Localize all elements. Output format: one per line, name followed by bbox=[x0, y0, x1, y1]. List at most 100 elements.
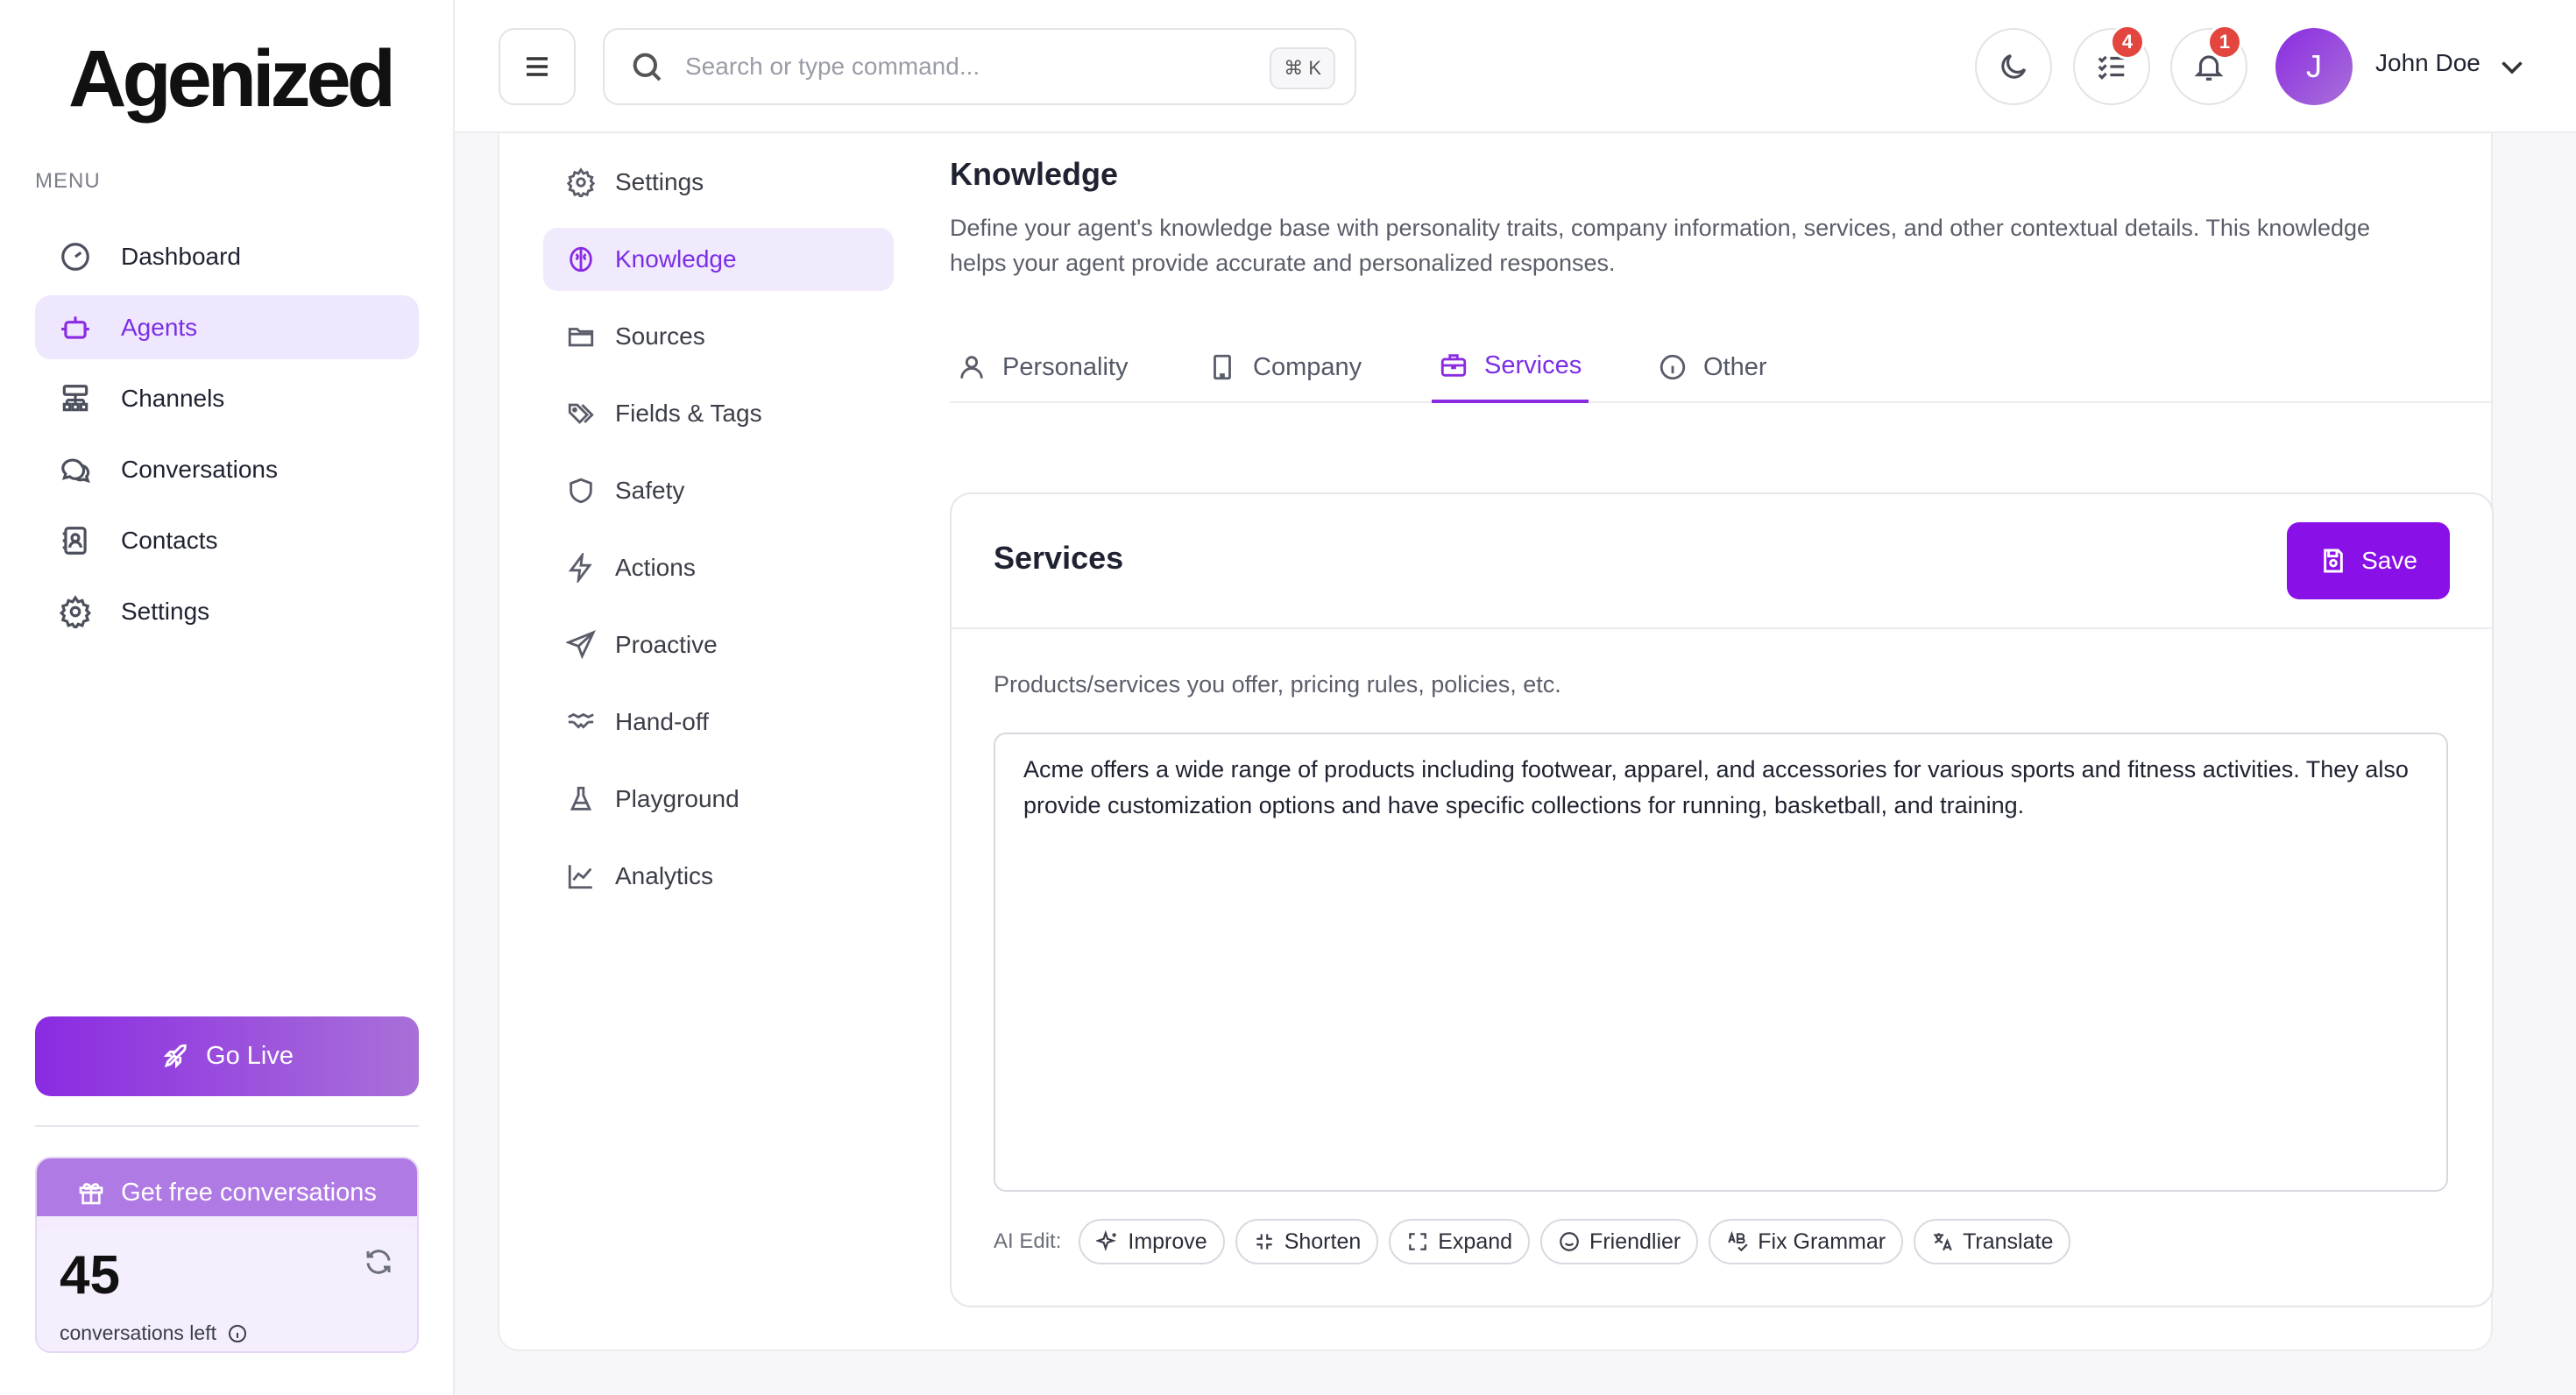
dark-mode-toggle[interactable] bbox=[1975, 28, 2052, 105]
chip-label: Friendlier bbox=[1589, 1229, 1681, 1254]
app-root: Agenized MENU Dashboard Agents Channels … bbox=[0, 0, 2576, 1395]
tasks-button[interactable]: 4 bbox=[2073, 25, 2150, 105]
search-bar: ⌘ K bbox=[603, 28, 1356, 105]
user-menu-toggle[interactable] bbox=[2496, 51, 2528, 82]
chip-label: Translate bbox=[1963, 1229, 2054, 1254]
handshake-icon bbox=[568, 712, 594, 729]
tab-label: Personality bbox=[1002, 352, 1129, 381]
sidebar-item-settings[interactable]: Settings bbox=[35, 579, 419, 643]
logo[interactable]: Agenized bbox=[68, 33, 396, 125]
get-free-conversations-button[interactable]: Get free conversations bbox=[37, 1158, 417, 1227]
conversations-left-label: conversations left bbox=[60, 1321, 248, 1345]
contact-card-icon bbox=[58, 523, 93, 558]
subnav-item-actions[interactable]: Actions bbox=[543, 536, 894, 599]
chip-label: Improve bbox=[1128, 1229, 1207, 1254]
info-icon bbox=[1660, 354, 1686, 380]
agent-subnav: Settings Knowledge Sources Fields & Tags… bbox=[543, 151, 894, 922]
subnav-item-fields-tags[interactable]: Fields & Tags bbox=[543, 382, 894, 445]
subnav-item-label: Settings bbox=[615, 168, 704, 195]
knowledge-tabs: Personality Company Services Other bbox=[950, 331, 2494, 403]
subnav-item-proactive[interactable]: Proactive bbox=[543, 613, 894, 676]
sparkle-icon bbox=[1096, 1230, 1117, 1252]
tab-services[interactable]: Services bbox=[1432, 331, 1589, 403]
tab-label: Other bbox=[1703, 352, 1767, 381]
gear-icon bbox=[58, 594, 93, 629]
floppy-disk-icon bbox=[2324, 549, 2343, 573]
refresh-button[interactable] bbox=[363, 1246, 398, 1281]
smile-icon bbox=[1560, 1232, 1579, 1251]
robot-icon bbox=[58, 310, 93, 345]
info-icon[interactable] bbox=[227, 1323, 248, 1344]
ai-edit-label: AI Edit: bbox=[994, 1229, 1062, 1253]
ai-translate-button[interactable]: Translate bbox=[1914, 1219, 2071, 1264]
moon-icon bbox=[2001, 53, 2027, 79]
subnav-item-label: Fields & Tags bbox=[615, 400, 762, 427]
sidebar-item-conversations[interactable]: Conversations bbox=[35, 437, 419, 501]
subnav-item-hand-off[interactable]: Hand-off bbox=[543, 690, 894, 754]
services-card-header: Services Save bbox=[952, 494, 2492, 629]
sidebar-item-label: Conversations bbox=[121, 455, 278, 483]
briefcase-icon bbox=[1440, 354, 1467, 377]
subnav-item-sources[interactable]: Sources bbox=[543, 305, 894, 368]
sidebar-item-channels[interactable]: Channels bbox=[35, 366, 419, 430]
chevron-down-icon bbox=[2502, 61, 2523, 74]
subnav-item-knowledge[interactable]: Knowledge bbox=[543, 228, 894, 291]
page-description: Define your agent's knowledge base with … bbox=[950, 215, 2371, 276]
gauge-icon bbox=[58, 239, 93, 274]
spell-check-icon bbox=[1728, 1230, 1748, 1252]
chip-label: Shorten bbox=[1284, 1229, 1362, 1254]
sidebar-item-label: Agents bbox=[121, 313, 198, 341]
save-button[interactable]: Save bbox=[2287, 522, 2450, 599]
translate-icon bbox=[1934, 1233, 1952, 1251]
avatar[interactable]: J bbox=[2275, 28, 2353, 105]
network-icon bbox=[58, 381, 93, 416]
free-conversations-card: Get free conversations 45 conversations … bbox=[35, 1157, 419, 1353]
sidebar-item-dashboard[interactable]: Dashboard bbox=[35, 224, 419, 288]
brain-icon bbox=[570, 246, 592, 273]
subnav-item-safety[interactable]: Safety bbox=[543, 459, 894, 522]
go-live-label: Go Live bbox=[206, 1042, 294, 1070]
tab-company[interactable]: Company bbox=[1207, 331, 1362, 403]
notifications-button[interactable]: 1 bbox=[2170, 25, 2247, 105]
save-label: Save bbox=[2361, 547, 2417, 574]
sidebar-item-label: Channels bbox=[121, 384, 225, 412]
tab-personality[interactable]: Personality bbox=[957, 331, 1128, 403]
send-icon bbox=[566, 630, 596, 660]
sidebar-nav: Dashboard Agents Channels Conversations … bbox=[35, 224, 419, 650]
get-free-conversations-label: Get free conversations bbox=[121, 1178, 377, 1207]
subnav-item-label: Actions bbox=[615, 554, 696, 581]
menu-label: MENU bbox=[35, 169, 101, 193]
flask-icon bbox=[570, 786, 592, 811]
chip-label: Expand bbox=[1438, 1229, 1513, 1254]
subnav-item-label: Proactive bbox=[615, 631, 718, 658]
sidebar-item-label: Contacts bbox=[121, 526, 218, 554]
user-icon bbox=[960, 356, 983, 379]
ai-shorten-button[interactable]: Shorten bbox=[1235, 1219, 1379, 1264]
services-card-title: Services bbox=[994, 540, 1124, 576]
tab-other[interactable]: Other bbox=[1658, 331, 1767, 403]
sidebar-item-contacts[interactable]: Contacts bbox=[35, 508, 419, 572]
tags-icon bbox=[568, 403, 594, 424]
subnav-item-label: Playground bbox=[615, 785, 740, 812]
ai-fix-grammar-button[interactable]: Fix Grammar bbox=[1709, 1219, 1904, 1264]
ai-improve-button[interactable]: Improve bbox=[1079, 1219, 1225, 1264]
services-card: Services Save Products/services you offe… bbox=[950, 492, 2494, 1307]
subnav-item-playground[interactable]: Playground bbox=[543, 768, 894, 831]
ai-friendlier-button[interactable]: Friendlier bbox=[1540, 1219, 1699, 1264]
top-header: ⌘ K 4 1 J John Doe bbox=[455, 0, 2576, 133]
sidebar-item-label: Dashboard bbox=[121, 242, 241, 270]
subnav-item-analytics[interactable]: Analytics bbox=[543, 845, 894, 908]
menu-toggle-button[interactable] bbox=[499, 28, 576, 105]
subnav-item-settings[interactable]: Settings bbox=[543, 151, 894, 214]
sidebar-item-label: Settings bbox=[121, 597, 210, 625]
ai-edit-toolbar: AI Edit: Improve Shorten Expand Friendli… bbox=[994, 1218, 2081, 1265]
subnav-item-label: Knowledge bbox=[615, 245, 737, 273]
search-icon bbox=[633, 53, 662, 81]
services-textarea[interactable]: Acme offers a wide range of products inc… bbox=[994, 733, 2448, 1192]
go-live-button[interactable]: Go Live bbox=[35, 1016, 419, 1096]
sidebar-item-agents[interactable]: Agents bbox=[35, 295, 419, 359]
ai-expand-button[interactable]: Expand bbox=[1389, 1219, 1531, 1264]
tab-label: Services bbox=[1484, 351, 1582, 379]
user-name[interactable]: John Doe bbox=[2375, 49, 2480, 77]
search-input[interactable] bbox=[685, 53, 1246, 81]
